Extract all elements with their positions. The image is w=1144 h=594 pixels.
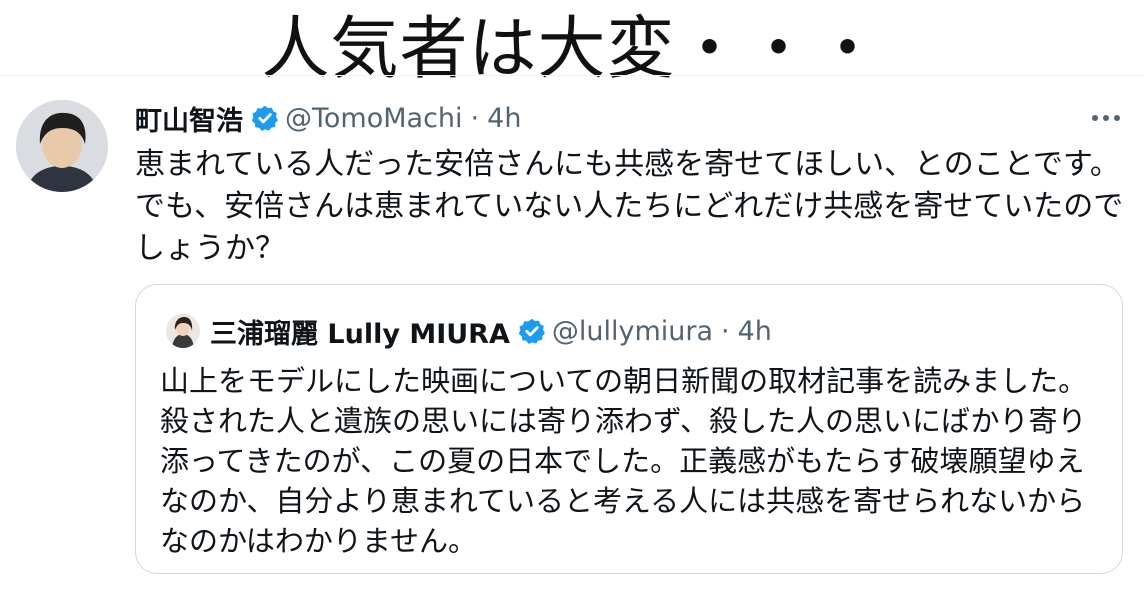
quoted-author-name[interactable]: 三浦瑠麗 Lully MIURA xyxy=(210,312,510,351)
tweet-text-line: でも、安倍さんは恵まれていない人たちにどれだけ共感を寄せていたので xyxy=(135,189,1124,224)
caption-overlay: 人気者は大変・・・ xyxy=(261,10,883,89)
divider xyxy=(0,75,1144,76)
quoted-tweet-header: 三浦瑠麗 Lully MIURA @lullymiura · 4h xyxy=(166,309,772,353)
author-name[interactable]: 町山智浩 xyxy=(135,99,243,138)
more-horizontal-icon[interactable] xyxy=(1086,98,1126,138)
tweet-header: 町山智浩 @TomoMachi · 4h xyxy=(135,98,521,138)
verified-badge-icon xyxy=(518,317,546,345)
quoted-author-handle[interactable]: @lullymiura xyxy=(552,316,713,347)
verified-badge-icon xyxy=(251,104,279,132)
tweet-text-line: 恵まれている人だった安倍さんにも共感を寄せてほしい、とのことです。 xyxy=(135,147,1120,182)
quoted-text-line: なのかはわかりません。 xyxy=(160,524,477,558)
quoted-text-line: なのか、自分より恵まれていると考える人には共感を寄せられないから xyxy=(160,484,1086,518)
quoted-avatar[interactable] xyxy=(166,314,200,348)
quoted-tweet-body: 山上をモデルにした映画についての朝日新聞の取材記事を読みました。 殺された人と遺… xyxy=(160,361,1100,561)
quoted-text-line: 添ってきたのが、この夏の日本でした。正義感がもたらす破壊願望ゆえ xyxy=(160,444,1085,478)
separator-dot: · xyxy=(721,315,730,347)
quoted-timestamp[interactable]: 4h xyxy=(738,316,772,347)
quoted-text-line: 山上をモデルにした映画についての朝日新聞の取材記事を読みました。 xyxy=(160,364,1088,398)
quoted-text-line: 殺された人と遺族の思いには寄り添わず、殺した人の思いにばかり寄り xyxy=(160,404,1087,438)
tweet-text-line: しょうか？ xyxy=(135,231,285,266)
avatar[interactable] xyxy=(16,100,108,192)
timestamp[interactable]: 4h xyxy=(487,103,521,134)
tweet-body: 恵まれている人だった安倍さんにも共感を寄せてほしい、とのことです。 でも、安倍さ… xyxy=(135,144,1125,270)
author-handle[interactable]: @TomoMachi xyxy=(285,103,463,134)
quoted-tweet[interactable]: 三浦瑠麗 Lully MIURA @lullymiura · 4h 山上をモデル… xyxy=(135,284,1123,574)
separator-dot: · xyxy=(470,102,480,134)
